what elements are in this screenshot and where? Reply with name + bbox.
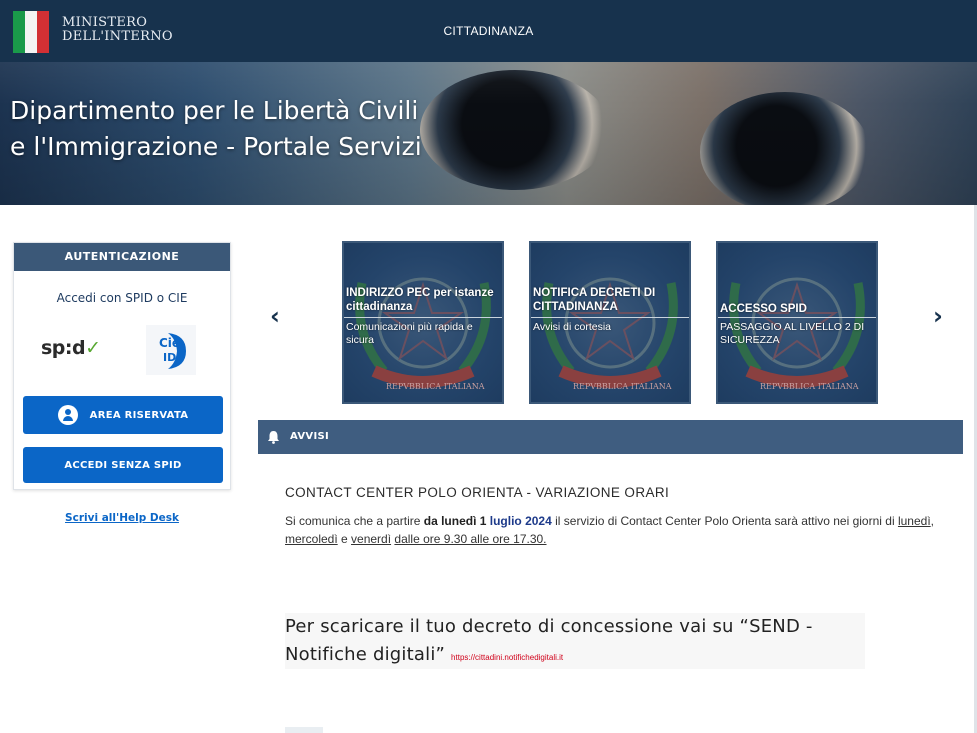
send-link[interactable]: https://cittadini.notifichedigitali.it [451,653,563,662]
card-title: NOTIFICA DECRETI DI CITTADINANZA [533,287,656,313]
carousel-card[interactable]: REPVBBLICA ITALIANA NOTIFICA DECRETI DI … [529,241,691,404]
send-notice: Per scaricare il tuo decreto di concessi… [285,613,865,669]
accedi-senza-spid-button[interactable]: ACCEDI SENZA SPID [23,447,223,483]
card-description: Avvisi di cortesia [533,321,612,333]
bell-icon [268,431,279,444]
emblem-text: REPVBBLICA ITALIANA [573,382,672,391]
auth-heading: AUTENTICAZIONE [14,243,230,271]
avvisi-bar: AVVISI [258,420,963,454]
check-icon: ✓ [85,337,101,359]
hero-banner: Dipartimento per le Libertà Civili e l'I… [0,62,977,205]
spid-logo-text: sp:d [41,337,86,359]
svg-text:Cie: Cie [159,336,180,350]
card-description: PASSAGGIO AL LIVELLO 2 DI SICUREZZA [720,321,865,346]
cie-id-logo[interactable]: Cie ID [146,325,196,375]
auth-panel: AUTENTICAZIONE Accedi con SPID o CIE sp:… [13,242,231,490]
helpdesk-link[interactable]: Scrivi all'Help Desk [13,512,231,524]
emblem-text: REPVBBLICA ITALIANA [386,382,485,391]
card-description: Comunicazioni più rapida e sicura [346,321,473,346]
emblem-text: REPVBBLICA ITALIANA [760,382,859,391]
chevron-left-icon[interactable]: ‹ [270,302,280,330]
carousel-card[interactable]: REPVBBLICA ITALIANA ACCESSO SPID PASSAGG… [716,241,878,404]
auth-logos: sp:d✓ Cie ID [14,325,232,375]
portal-title-line1: Dipartimento per le Libertà Civili [10,96,419,125]
spid-logo[interactable]: sp:d✓ [41,337,101,359]
area-riservata-button[interactable]: AREA RISERVATA [23,396,223,434]
section-title[interactable]: CITTADINANZA [0,24,977,38]
next-notice-fragment [285,727,323,733]
svg-text:ID: ID [163,351,176,364]
portal-title-line2: e l'Immigrazione - Portale Servizi [10,132,422,161]
avvisi-label: AVVISI [290,431,329,442]
notice-title: CONTACT CENTER POLO ORIENTA - VARIAZIONE… [285,485,670,500]
portal-title: Dipartimento per le Libertà Civili e l'I… [10,93,422,165]
carousel-card[interactable]: REPVBBLICA ITALIANA INDIRIZZO PEC per is… [342,241,504,404]
notice-body: Si comunica che a partire da lunedì 1 lu… [285,514,934,546]
chevron-right-icon[interactable]: › [933,302,943,330]
top-header: MINISTERO DELL'INTERNO CITTADINANZA [0,0,977,62]
area-riservata-label: AREA RISERVATA [89,409,189,421]
auth-subtitle: Accedi con SPID o CIE [56,291,188,305]
card-title: ACCESSO SPID [720,303,807,315]
card-title: INDIRIZZO PEC per istanze cittadinanza [346,287,494,313]
user-icon [57,405,78,425]
